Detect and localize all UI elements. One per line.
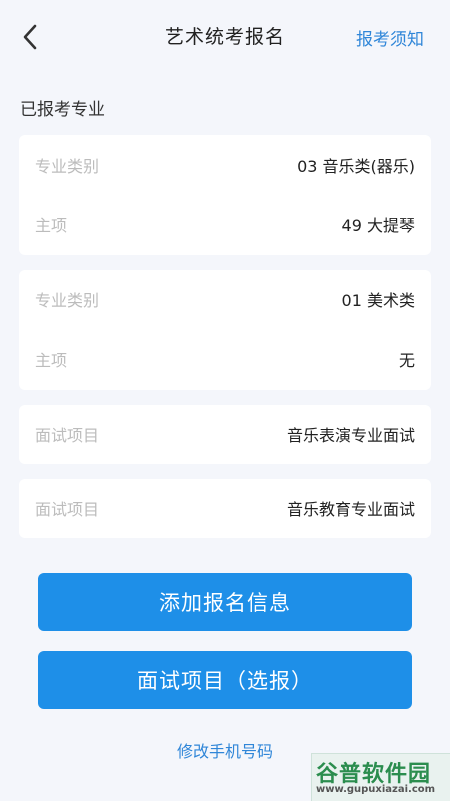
section-title: 已报考专业: [20, 100, 105, 120]
field-value: 01 美术类: [341, 291, 415, 310]
info-row: 面试项目 音乐表演专业面试: [19, 419, 431, 449]
watermark-logo: 谷普软件园 www.gupuxiazai.com: [311, 753, 450, 801]
field-label: 主项: [35, 216, 68, 235]
field-value: 音乐表演专业面试: [286, 426, 415, 445]
field-value: 03 音乐类(器乐): [297, 157, 415, 176]
info-row: 专业类别 01 美术类: [19, 284, 431, 314]
interview-select-button[interactable]: 面试项目（选报）: [38, 651, 412, 709]
header-bar: 艺术统考报名 报考须知: [0, 0, 450, 76]
interview-item-card: 面试项目 音乐表演专业面试: [19, 405, 431, 464]
interview-item-card: 面试项目 音乐教育专业面试: [19, 479, 431, 538]
field-label: 面试项目: [35, 426, 100, 445]
field-value: 无: [398, 351, 415, 370]
registered-major-card: 专业类别 01 美术类 主项 无: [19, 270, 431, 390]
field-label: 专业类别: [35, 157, 100, 176]
add-registration-button[interactable]: 添加报名信息: [38, 573, 412, 631]
field-value: 49 大提琴: [341, 216, 415, 235]
registered-major-card: 专业类别 03 音乐类(器乐) 主项 49 大提琴: [19, 135, 431, 255]
watermark-url: www.gupuxiazai.com: [316, 784, 436, 795]
field-label: 面试项目: [35, 500, 100, 519]
info-row: 面试项目 音乐教育专业面试: [19, 493, 431, 523]
field-value: 音乐教育专业面试: [286, 500, 415, 519]
field-label: 专业类别: [35, 291, 100, 310]
exam-notice-link[interactable]: 报考须知: [356, 25, 424, 50]
info-row: 主项 无: [19, 344, 431, 374]
info-row: 专业类别 03 音乐类(器乐): [19, 150, 431, 180]
field-label: 主项: [35, 351, 68, 370]
info-row: 主项 49 大提琴: [19, 209, 431, 239]
